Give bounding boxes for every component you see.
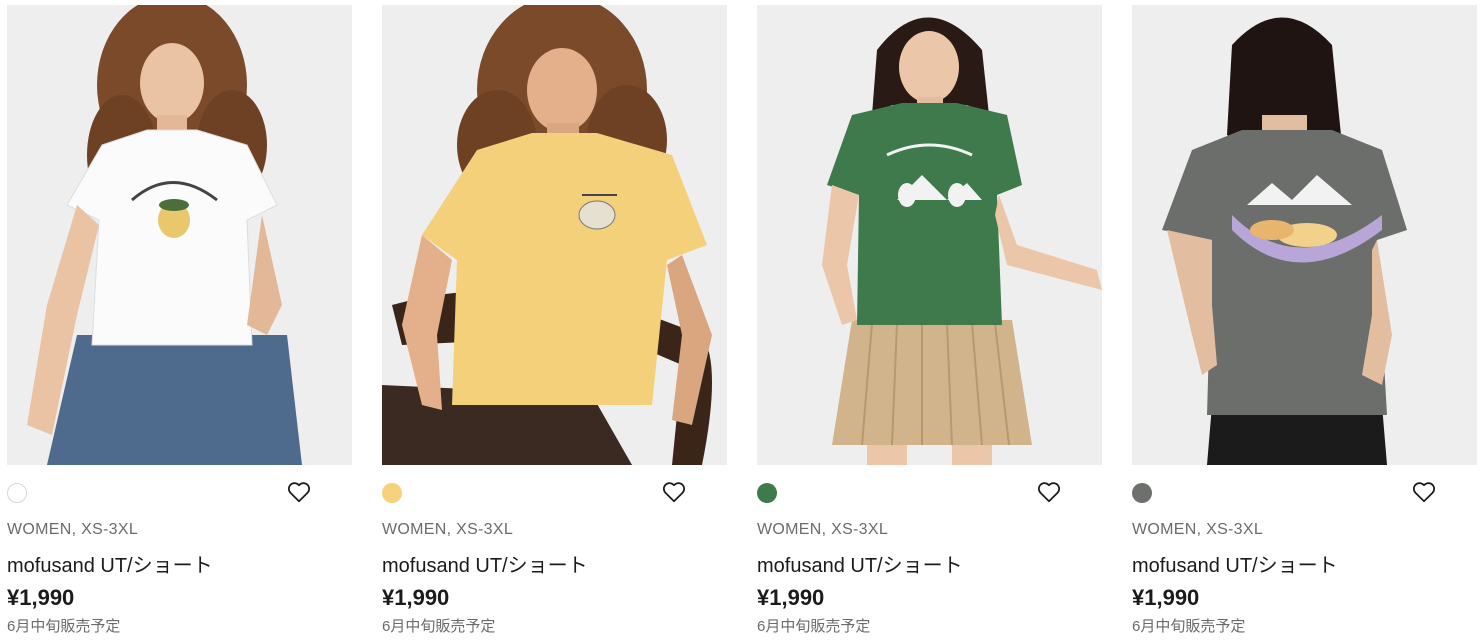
product-price: ¥1,990 xyxy=(1132,585,1200,610)
product-card[interactable]: WOMEN, XS-3XL mofusand UT/ショート ¥1,990 6月… xyxy=(1132,5,1477,640)
product-image[interactable] xyxy=(382,5,727,465)
product-image[interactable] xyxy=(757,5,1102,465)
heart-outline-icon[interactable] xyxy=(286,479,312,505)
product-name[interactable]: mofusand UT/ショート xyxy=(7,549,213,578)
product-category: WOMEN, XS-3XL xyxy=(7,521,139,538)
color-swatch[interactable] xyxy=(7,483,27,503)
product-name[interactable]: mofusand UT/ショート xyxy=(382,549,588,578)
product-image[interactable] xyxy=(7,5,352,465)
release-note: 6月中旬販売予定 xyxy=(382,618,496,635)
product-card[interactable]: WOMEN, XS-3XL mofusand UT/ショート ¥1,990 6月… xyxy=(382,5,727,640)
product-price: ¥1,990 xyxy=(382,585,450,610)
release-note: 6月中旬販売予定 xyxy=(757,618,871,635)
color-swatch[interactable] xyxy=(757,483,777,503)
heart-outline-icon[interactable] xyxy=(1036,479,1062,505)
product-name[interactable]: mofusand UT/ショート xyxy=(1132,549,1338,578)
product-name[interactable]: mofusand UT/ショート xyxy=(757,549,963,578)
product-category: WOMEN, XS-3XL xyxy=(757,521,889,538)
color-swatch[interactable] xyxy=(382,483,402,503)
color-swatch[interactable] xyxy=(1132,483,1152,503)
product-grid: WOMEN, XS-3XL mofusand UT/ショート ¥1,990 6月… xyxy=(0,0,1484,640)
product-image[interactable] xyxy=(1132,5,1477,465)
product-price: ¥1,990 xyxy=(7,585,75,610)
product-category: WOMEN, XS-3XL xyxy=(382,521,514,538)
product-price: ¥1,990 xyxy=(757,585,825,610)
release-note: 6月中旬販売予定 xyxy=(7,618,121,635)
heart-outline-icon[interactable] xyxy=(1411,479,1437,505)
heart-outline-icon[interactable] xyxy=(661,479,687,505)
product-card[interactable]: WOMEN, XS-3XL mofusand UT/ショート ¥1,990 6月… xyxy=(757,5,1102,640)
product-card[interactable]: WOMEN, XS-3XL mofusand UT/ショート ¥1,990 6月… xyxy=(7,5,352,640)
product-category: WOMEN, XS-3XL xyxy=(1132,521,1264,538)
release-note: 6月中旬販売予定 xyxy=(1132,618,1246,635)
